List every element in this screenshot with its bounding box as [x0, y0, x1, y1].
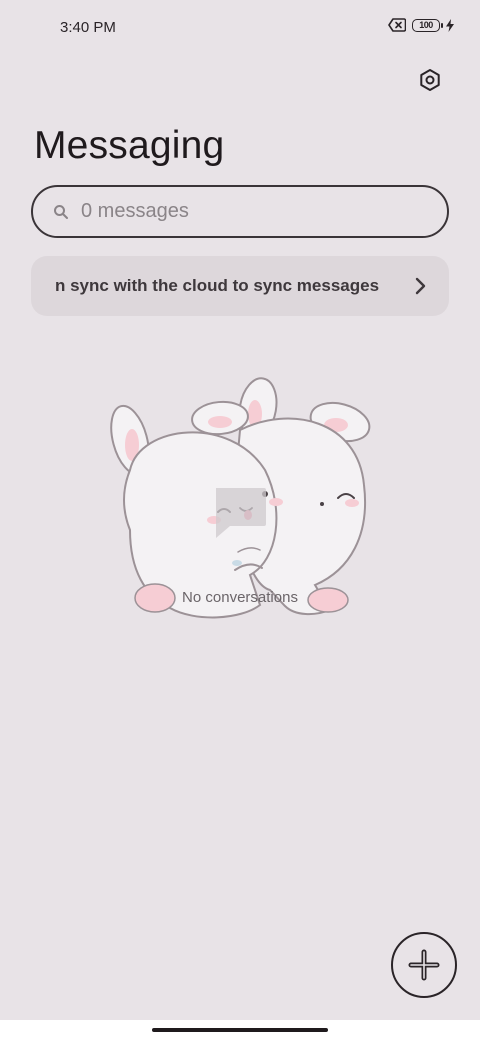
new-conversation-button[interactable]: [391, 932, 457, 998]
sync-banner-text: n sync with the cloud to sync messages: [55, 276, 380, 295]
no-sim-icon: [388, 18, 406, 32]
navigation-bar: [0, 1020, 480, 1040]
battery-level: 100: [419, 20, 433, 30]
plus-icon: [408, 949, 440, 981]
gear-hex-icon: [420, 69, 440, 91]
status-icons: 100: [388, 18, 454, 32]
empty-state-label: No conversations: [182, 589, 298, 606]
home-indicator[interactable]: [152, 1028, 328, 1032]
chevron-right-icon: [415, 277, 426, 295]
battery-icon: 100: [412, 18, 443, 32]
settings-button[interactable]: [414, 64, 446, 96]
charging-bolt-icon: [446, 18, 454, 32]
status-bar: 3:40 PM 100: [0, 0, 480, 56]
page-title: Messaging: [34, 124, 225, 167]
search-input[interactable]: 0 messages: [31, 185, 449, 238]
cloud-sync-banner[interactable]: n sync with the cloud to sync messages: [31, 256, 449, 316]
status-time: 3:40 PM: [60, 19, 116, 36]
message-bubble-icon: [216, 488, 266, 538]
search-placeholder: 0 messages: [81, 200, 189, 222]
search-icon: [53, 204, 69, 220]
